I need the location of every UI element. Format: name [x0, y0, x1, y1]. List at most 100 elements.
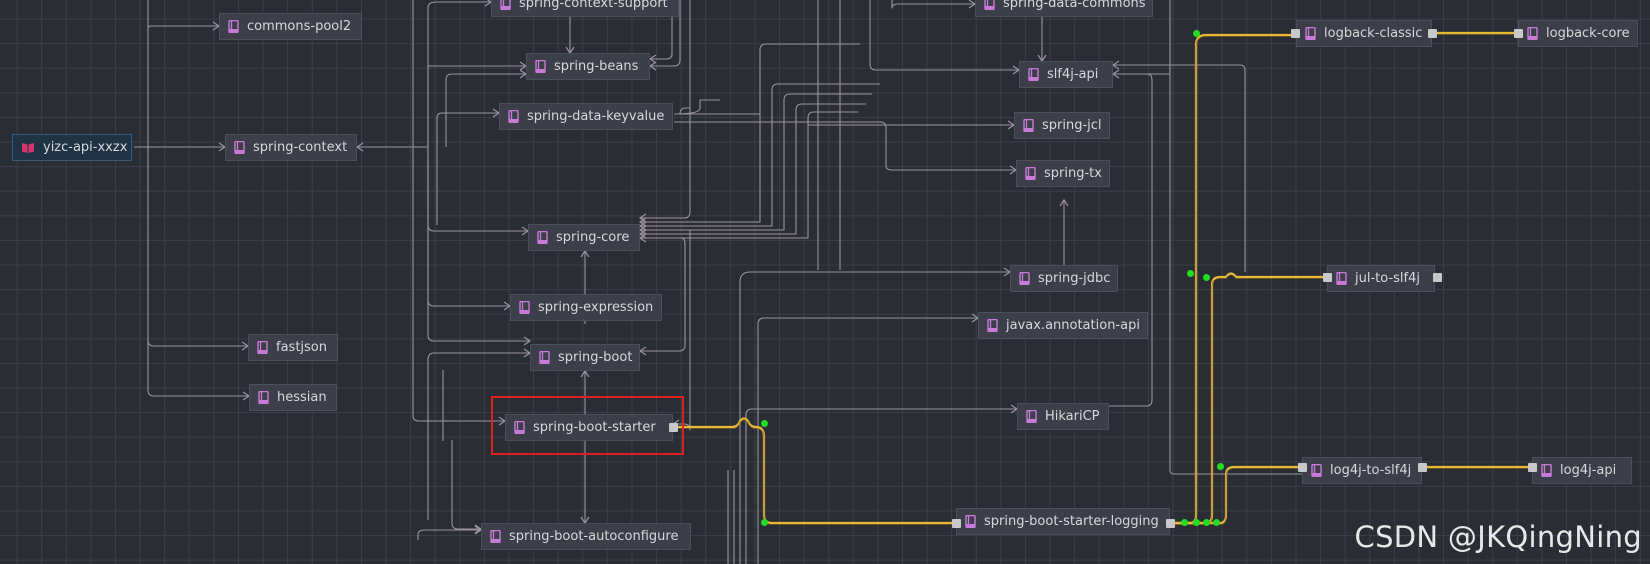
node-label: jul-to-slf4j [1355, 271, 1420, 286]
edge-port [669, 423, 678, 432]
node-label: spring-core [556, 230, 630, 245]
dependency-edge [745, 408, 1017, 564]
edge-port [1528, 463, 1537, 472]
node-slf4j-api[interactable]: slf4j-api [1019, 61, 1113, 88]
edge-junction-dot [1193, 30, 1200, 37]
dependency-edge [427, 147, 510, 307]
node-label: fastjson [276, 340, 327, 355]
node-label: spring-data-keyvalue [527, 109, 665, 124]
node-spring-boot[interactable]: spring-boot [530, 344, 640, 371]
dependency-diagram-canvas[interactable]: spring-context-support commons-pool2 sprin… [0, 0, 1650, 564]
edge-junction-dot [1203, 519, 1210, 526]
highlighted-edge-shadow [1170, 274, 1327, 525]
node-label: logback-classic [1324, 26, 1423, 41]
library-icon [1311, 464, 1322, 477]
edge-port [1323, 273, 1332, 282]
dependency-edge [1109, 73, 1153, 407]
highlighted-dependency-edge [1170, 465, 1302, 525]
node-label: HikariCP [1045, 409, 1100, 424]
edge-junction-dot [1187, 270, 1194, 277]
dependency-edge [640, 103, 866, 235]
node-spring-jcl[interactable]: spring-jcl [1014, 112, 1110, 139]
node-logback-classic[interactable]: logback-classic [1296, 20, 1432, 47]
edge-junction-dot [761, 420, 768, 427]
dependency-edge [412, 0, 505, 422]
node-hessian[interactable]: hessian [249, 384, 337, 411]
dependency-edge [134, 25, 219, 148]
node-label: spring-boot [558, 350, 633, 365]
dependency-edge [757, 317, 978, 564]
watermark: CSDN @JKQingNing [1354, 520, 1642, 554]
highlighted-edge-shadow [673, 419, 956, 525]
node-spring-context-support-partial[interactable]: spring-context-support [491, 0, 679, 17]
edge-port [1514, 29, 1523, 38]
node-label: spring-context-support [519, 0, 668, 11]
node-log4j-api[interactable]: log4j-api [1532, 457, 1632, 484]
node-spring-beans[interactable]: spring-beans [526, 53, 650, 80]
node-fastjson[interactable]: fastjson [248, 334, 338, 361]
node-label: spring-beans [554, 59, 639, 74]
node-label: commons-pool2 [247, 19, 352, 34]
node-label: spring-jcl [1042, 118, 1102, 133]
edge-port [1418, 463, 1427, 472]
edge-port [1428, 29, 1437, 38]
dependency-edge [1113, 20, 1171, 75]
node-jul-to-slf4j[interactable]: jul-to-slf4j [1327, 265, 1435, 292]
library-icon [258, 391, 269, 404]
node-commons-pool2[interactable]: commons-pool2 [219, 13, 362, 40]
node-label: javax.annotation-api [1006, 318, 1140, 333]
node-label: hessian [277, 390, 327, 405]
node-label: spring-boot-starter-logging [984, 514, 1159, 529]
node-HikariCP[interactable]: HikariCP [1017, 403, 1109, 430]
edge-junction-dot [1193, 519, 1200, 526]
edge-junction-dot [1203, 274, 1210, 281]
dependency-edge [147, 147, 248, 347]
node-label: slf4j-api [1047, 67, 1099, 82]
dependency-edge [427, 147, 528, 232]
node-spring-context[interactable]: spring-context [225, 134, 357, 161]
library-icon [508, 110, 519, 123]
library-icon [1305, 27, 1316, 40]
dependency-edge [675, 99, 720, 115]
node-label: spring-jdbc [1038, 271, 1111, 286]
node-spring-core[interactable]: spring-core [528, 224, 640, 251]
dependency-edge [674, 121, 1016, 171]
node-logback-core[interactable]: logback-core [1518, 20, 1638, 47]
highlighted-edge-shadow [1170, 36, 1296, 525]
edge-port [1433, 273, 1442, 282]
library-icon [500, 0, 511, 10]
node-spring-boot-starter-logging[interactable]: spring-boot-starter-logging [956, 508, 1170, 535]
node-label: spring-data-commons [1003, 0, 1146, 11]
library-icon [987, 319, 998, 332]
library-icon [1527, 27, 1538, 40]
highlighted-dependency-edge [1170, 272, 1327, 525]
highlighted-dependency-edge [673, 417, 956, 525]
node-label: spring-boot-autoconfigure [509, 529, 679, 544]
node-label: logback-core [1546, 26, 1630, 41]
library-icon [965, 515, 976, 528]
edge-junction-dot [761, 519, 768, 526]
dependency-edge [640, 111, 858, 239]
edge-port [1166, 519, 1175, 528]
node-spring-jdbc[interactable]: spring-jdbc [1010, 265, 1118, 292]
library-icon [539, 351, 550, 364]
edge-junction-dot [1181, 519, 1188, 526]
edge-junction-dot [1217, 463, 1224, 470]
node-spring-boot-autoconfigure[interactable]: spring-boot-autoconfigure [481, 523, 691, 550]
node-spring-tx[interactable]: spring-tx [1016, 160, 1110, 187]
library-icon [228, 20, 239, 33]
node-spring-data-commons[interactable]: spring-data-commons [975, 0, 1153, 17]
highlighted-dependency-edge [1170, 33, 1296, 525]
dependency-edge [1169, 0, 1302, 475]
library-icon [1336, 272, 1347, 285]
node-javax.annotation-api[interactable]: javax.annotation-api [978, 312, 1148, 339]
node-spring-data-keyvalue[interactable]: spring-data-keyvalue [499, 103, 673, 130]
dependency-edge [147, 340, 249, 397]
library-icon [1025, 167, 1036, 180]
node-spring-expression[interactable]: spring-expression [510, 294, 662, 321]
dependency-edge [640, 43, 860, 223]
node-yizc-api-xxzx[interactable]: yizc-api-xxzx [12, 134, 132, 161]
node-label: yizc-api-xxzx [43, 140, 128, 155]
edge-port [1298, 463, 1307, 472]
node-log4j-to-slf4j[interactable]: log4j-to-slf4j [1302, 457, 1422, 484]
